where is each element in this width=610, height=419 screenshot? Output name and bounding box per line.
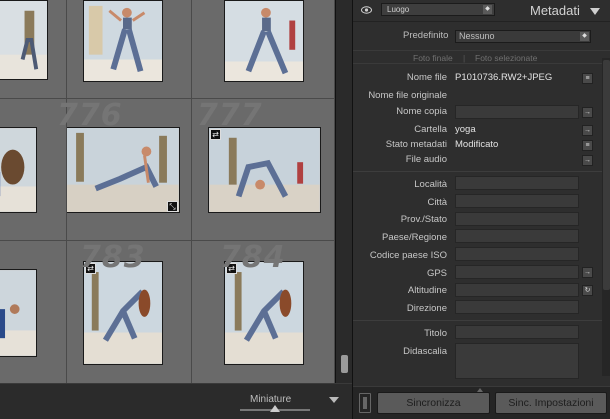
cell-number: 784 <box>220 240 286 275</box>
file-name-label: Nome file <box>406 72 447 83</box>
lightroom-window: ⤡ ⇄ 776 777 ⇄ ⇄ 783 784 Miniature Luogo … <box>0 0 610 419</box>
iso-code-label: Codice paese ISO <box>369 250 447 261</box>
tab-final-photo[interactable]: Foto finale <box>413 53 453 63</box>
direction-label: Direzione <box>406 303 447 314</box>
direction-field[interactable] <box>455 300 579 314</box>
city-field[interactable] <box>455 194 579 208</box>
metadata-status-value: Modificato <box>455 139 499 150</box>
sync-settings-button[interactable]: Sinc. Impostazioni <box>495 392 607 414</box>
sync-bar: Sincronizza Sinc. Impostazioni <box>353 386 610 419</box>
altitude-field[interactable] <box>455 283 579 297</box>
cell-number: 783 <box>80 240 146 275</box>
photo-image <box>225 1 303 81</box>
photo-image <box>84 1 162 81</box>
list-icon[interactable]: ≡ <box>582 73 593 84</box>
crop-icon: ⤡ <box>167 201 178 212</box>
arrow-right-icon[interactable]: → <box>582 107 593 118</box>
chevron-updown-icon: ◆ <box>580 32 589 41</box>
cell-number: 776 <box>57 98 123 133</box>
photo-image <box>225 262 303 364</box>
grid-cell[interactable] <box>67 0 192 99</box>
photo-thumbnail[interactable]: ⇄ <box>83 261 163 365</box>
copy-name-field[interactable] <box>455 105 579 119</box>
state-field[interactable] <box>455 212 579 226</box>
sync-button[interactable]: Sincronizza <box>377 392 490 414</box>
photo-image <box>67 128 179 212</box>
city-label: Città <box>427 197 447 208</box>
preset-dropdown-value: Luogo <box>387 5 410 14</box>
metadata-panel: Luogo ◆ Metadati Predefinito Nessuno ◆ F… <box>352 0 610 419</box>
arrow-right-icon[interactable]: → <box>582 267 593 278</box>
preset-select[interactable]: Nessuno ◆ <box>455 30 591 43</box>
country-field[interactable] <box>455 229 579 243</box>
grid-toolbar: Miniature <box>0 383 352 419</box>
grid-cell[interactable] <box>0 0 67 99</box>
grid-cell[interactable] <box>0 241 67 383</box>
caption-field[interactable] <box>455 343 579 379</box>
preset-label: Predefinito <box>403 30 449 41</box>
panel-scrollbar[interactable] <box>602 58 610 376</box>
photo-image <box>0 128 36 212</box>
section-divider <box>353 171 610 172</box>
caption-label: Didascalia <box>403 346 447 357</box>
file-name-value: P1010736.RW2+JPEG <box>455 72 553 83</box>
auto-sync-switch[interactable] <box>359 393 371 413</box>
cell-number: 777 <box>197 98 263 133</box>
photo-thumbnail[interactable]: ⇄ <box>208 127 321 213</box>
title-label: Titolo <box>424 328 447 339</box>
eye-icon[interactable] <box>361 6 372 14</box>
panel-header: Luogo ◆ Metadati <box>353 0 610 22</box>
location-field[interactable] <box>455 176 579 190</box>
triangle-down-icon[interactable] <box>590 8 600 15</box>
altitude-label: Altitudine <box>407 285 447 296</box>
target-tabs: Foto finale | Foto selezionate <box>353 50 610 64</box>
section-divider <box>353 320 610 321</box>
refresh-icon[interactable]: ↻ <box>582 285 593 296</box>
country-label: Paese/Regione <box>382 232 447 243</box>
toolbar-menu-icon[interactable] <box>329 397 339 403</box>
thumbnail-size-label: Miniature <box>250 394 292 405</box>
list-icon[interactable]: ≡ <box>582 140 593 151</box>
photo-image <box>84 262 162 364</box>
metadata-status-label: Stato metadati <box>385 139 447 150</box>
photo-image <box>0 1 47 79</box>
state-label: Prov./Stato <box>400 214 447 225</box>
thumbnail-size-slider[interactable] <box>240 405 310 412</box>
tab-divider: | <box>463 53 466 63</box>
gps-field[interactable] <box>455 265 579 279</box>
chevron-updown-icon: ◆ <box>483 5 492 14</box>
preset-select-value: Nessuno <box>459 31 495 41</box>
photo-thumbnail[interactable] <box>0 0 48 80</box>
photo-image <box>209 128 320 212</box>
photo-thumbnail[interactable] <box>0 127 37 213</box>
photo-thumbnail[interactable]: ⇄ <box>224 261 304 365</box>
photo-thumbnail[interactable] <box>0 269 37 357</box>
original-name-label: Nome file originale <box>368 90 447 101</box>
tab-selected-photos[interactable]: Foto selezionate <box>475 53 537 63</box>
grid-cell[interactable] <box>192 0 335 99</box>
panel-title: Metadati <box>530 3 580 18</box>
thumbnail-grid: ⤡ ⇄ 776 777 ⇄ ⇄ 783 784 <box>0 0 335 383</box>
panel-scrollbar-thumb[interactable] <box>603 60 610 290</box>
arrow-right-icon[interactable]: → <box>582 125 593 136</box>
grid-scrollbar-thumb[interactable] <box>341 355 348 373</box>
copy-name-label: Nome copia <box>396 106 447 117</box>
title-field[interactable] <box>455 325 579 339</box>
arrow-right-icon[interactable]: → <box>582 155 593 166</box>
photo-thumbnail[interactable] <box>83 0 163 82</box>
audio-file-label: File audio <box>405 154 447 165</box>
slider-knob[interactable] <box>270 405 280 412</box>
photo-thumbnail[interactable] <box>224 0 304 82</box>
grid-scrollbar[interactable] <box>335 0 352 383</box>
photo-thumbnail[interactable]: ⤡ <box>67 127 180 213</box>
metadata-preset-dropdown[interactable]: Luogo ◆ <box>381 3 495 16</box>
iso-code-field[interactable] <box>455 247 579 261</box>
gps-label: GPS <box>426 268 447 279</box>
folder-label: Cartella <box>414 124 447 135</box>
location-label: Località <box>414 179 447 190</box>
folder-value: yoga <box>455 124 476 135</box>
photo-image <box>0 270 36 356</box>
